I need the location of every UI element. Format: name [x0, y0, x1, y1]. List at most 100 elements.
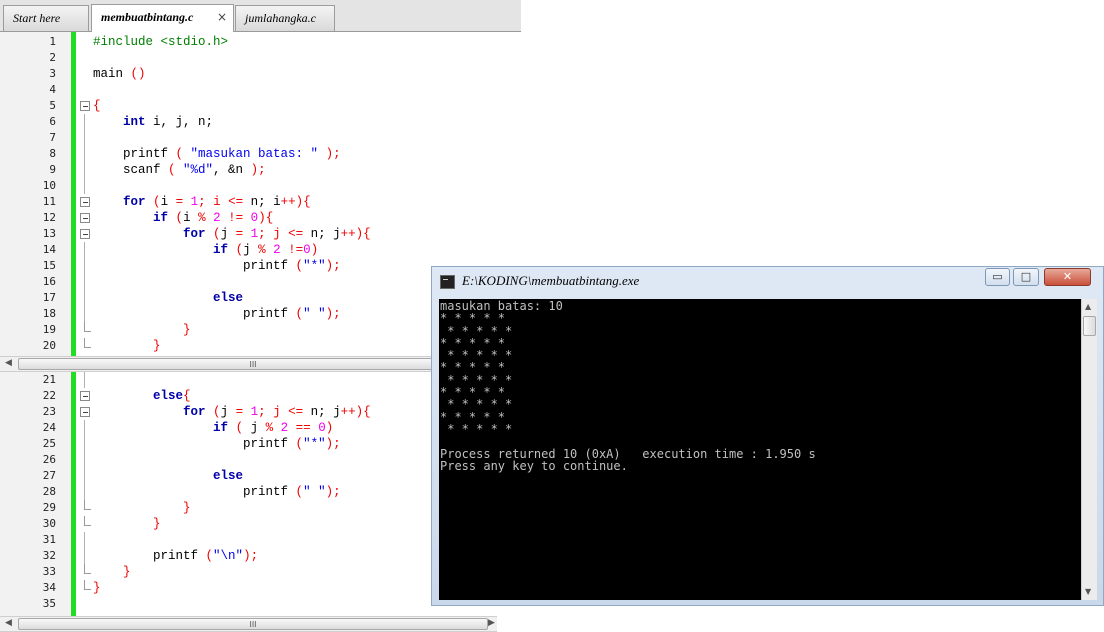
- code-line[interactable]: 22 else{: [0, 388, 497, 404]
- fold-guide: [84, 580, 91, 590]
- line-number: 2: [49, 51, 56, 64]
- tab-jumlahangka[interactable]: jumlahangka.c: [235, 5, 335, 31]
- fold-guide: [84, 114, 85, 130]
- code-line[interactable]: 18 printf (" ");: [0, 306, 497, 322]
- code-line[interactable]: 27 else: [0, 468, 497, 484]
- code-line[interactable]: 3 main (): [0, 66, 497, 82]
- code-text: main (): [93, 67, 146, 81]
- console-app-icon: [440, 275, 455, 289]
- fold-guide: [84, 162, 85, 178]
- scroll-left-icon[interactable]: ◀: [5, 358, 12, 368]
- code-line[interactable]: 33 }: [0, 564, 497, 580]
- tab-membuatbintang[interactable]: membuatbintang.c ×: [91, 4, 234, 32]
- code-line[interactable]: 31: [0, 532, 497, 548]
- code-line[interactable]: 8 printf ( "masukan batas: " );: [0, 146, 497, 162]
- code-line[interactable]: 32 printf ("\n");: [0, 548, 497, 564]
- fold-toggle-icon[interactable]: [80, 229, 90, 239]
- fold-toggle-icon[interactable]: [80, 391, 90, 401]
- line-number: 35: [42, 597, 56, 610]
- scrollbar-thumb[interactable]: III: [18, 618, 488, 630]
- fold-toggle-icon[interactable]: [80, 197, 90, 207]
- code-line[interactable]: 30 }: [0, 516, 497, 532]
- code-line[interactable]: 10: [0, 178, 497, 194]
- code-line[interactable]: 25 printf ("*");: [0, 436, 497, 452]
- code-line[interactable]: 29 }: [0, 500, 497, 516]
- line-number: 32: [42, 549, 56, 562]
- code-line[interactable]: 6 int i, j, n;: [0, 114, 497, 130]
- scroll-down-icon[interactable]: ▼: [1085, 587, 1091, 596]
- console-output: masukan batas: 10 * * * * * * * * * * * …: [440, 299, 816, 473]
- fold-guide: [84, 178, 85, 194]
- scrollbar-thumb[interactable]: [1083, 316, 1096, 336]
- code-text: }: [123, 565, 131, 579]
- code-line[interactable]: 14 if (j % 2 !=0): [0, 242, 497, 258]
- code-line[interactable]: 20 }: [0, 338, 497, 354]
- close-button[interactable]: ✕: [1044, 268, 1091, 286]
- fold-guide: [84, 274, 85, 290]
- tab-label: Start here: [13, 11, 61, 25]
- grip-icon: III: [249, 620, 257, 629]
- code-line[interactable]: 7: [0, 130, 497, 146]
- console-output-area[interactable]: masukan batas: 10 * * * * * * * * * * * …: [439, 299, 1081, 600]
- console-window[interactable]: E:\KODING\membuatbintang.exe ▭ □ ✕ masuk…: [431, 266, 1104, 606]
- code-text: printf (" ");: [93, 485, 341, 499]
- code-line[interactable]: 16: [0, 274, 497, 290]
- maximize-button[interactable]: □: [1013, 268, 1039, 286]
- code-line[interactable]: 12 if (i % 2 != 0){: [0, 210, 497, 226]
- fold-toggle-icon[interactable]: [80, 101, 90, 111]
- scroll-left-icon[interactable]: ◀: [5, 618, 12, 628]
- close-icon[interactable]: ×: [217, 5, 227, 29]
- code-text: if (i % 2 != 0){: [153, 211, 274, 225]
- code-line[interactable]: 9 scanf ( "%d", &n );: [0, 162, 497, 178]
- scroll-right-icon[interactable]: ▶: [488, 618, 495, 628]
- line-number: 23: [42, 405, 56, 418]
- code-line[interactable]: 4: [0, 82, 497, 98]
- line-number: 18: [42, 307, 56, 320]
- editor-pane-bottom[interactable]: 21 22 else{23 for (j = 1; j <= n; j++){24…: [0, 372, 497, 616]
- code-line[interactable]: 17 else: [0, 290, 497, 306]
- fold-guide: [84, 436, 85, 452]
- line-number: 30: [42, 517, 56, 530]
- line-number: 16: [42, 275, 56, 288]
- code-line[interactable]: 28 printf (" ");: [0, 484, 497, 500]
- horizontal-scrollbar[interactable]: ◀ III ▶: [0, 616, 497, 632]
- line-number: 5: [49, 99, 56, 112]
- code-line[interactable]: 24 if ( j % 2 == 0): [0, 420, 497, 436]
- fold-guide: [84, 338, 91, 348]
- line-number: 27: [42, 469, 56, 482]
- fold-guide: [84, 468, 85, 484]
- line-number: 4: [49, 83, 56, 96]
- code-line[interactable]: 11 for (i = 1; i <= n; i++){: [0, 194, 497, 210]
- code-line[interactable]: 35: [0, 596, 497, 612]
- code-line[interactable]: 23 for (j = 1; j <= n; j++){: [0, 404, 497, 420]
- line-number: 28: [42, 485, 56, 498]
- console-title: E:\KODING\membuatbintang.exe: [462, 273, 640, 288]
- line-number: 6: [49, 115, 56, 128]
- vertical-scrollbar[interactable]: ▲ ▼: [1081, 299, 1097, 600]
- fold-guide: [84, 420, 85, 436]
- code-line[interactable]: 2: [0, 50, 497, 66]
- line-number: 11: [42, 195, 56, 208]
- code-text: {: [93, 99, 101, 113]
- fold-guide: [84, 564, 91, 574]
- scroll-up-icon[interactable]: ▲: [1085, 302, 1091, 311]
- tab-start-here[interactable]: Start here: [3, 5, 89, 31]
- code-line[interactable]: 34}: [0, 580, 497, 596]
- code-line[interactable]: 1 #include <stdio.h>: [0, 34, 497, 50]
- code-line[interactable]: 13 for (j = 1; j <= n; j++){: [0, 226, 497, 242]
- fold-guide: [84, 290, 85, 306]
- horizontal-scrollbar[interactable]: ◀ III ▶: [0, 356, 497, 372]
- code-line[interactable]: 26: [0, 452, 497, 468]
- code-line[interactable]: 5{: [0, 98, 497, 114]
- fold-toggle-icon[interactable]: [80, 407, 90, 417]
- minimize-button[interactable]: ▭: [985, 268, 1010, 286]
- line-number: 20: [42, 339, 56, 352]
- code-line[interactable]: 21: [0, 372, 497, 388]
- code-line[interactable]: 19 }: [0, 322, 497, 338]
- editor-pane-top[interactable]: 1 #include <stdio.h> 2 3 main () 4 5{6 int i, …: [0, 32, 497, 356]
- line-number: 26: [42, 453, 56, 466]
- code-line[interactable]: 15 printf ("*");: [0, 258, 497, 274]
- fold-toggle-icon[interactable]: [80, 213, 90, 223]
- scrollbar-thumb[interactable]: III: [18, 358, 488, 370]
- code-text: for (j = 1; j <= n; j++){: [183, 405, 371, 419]
